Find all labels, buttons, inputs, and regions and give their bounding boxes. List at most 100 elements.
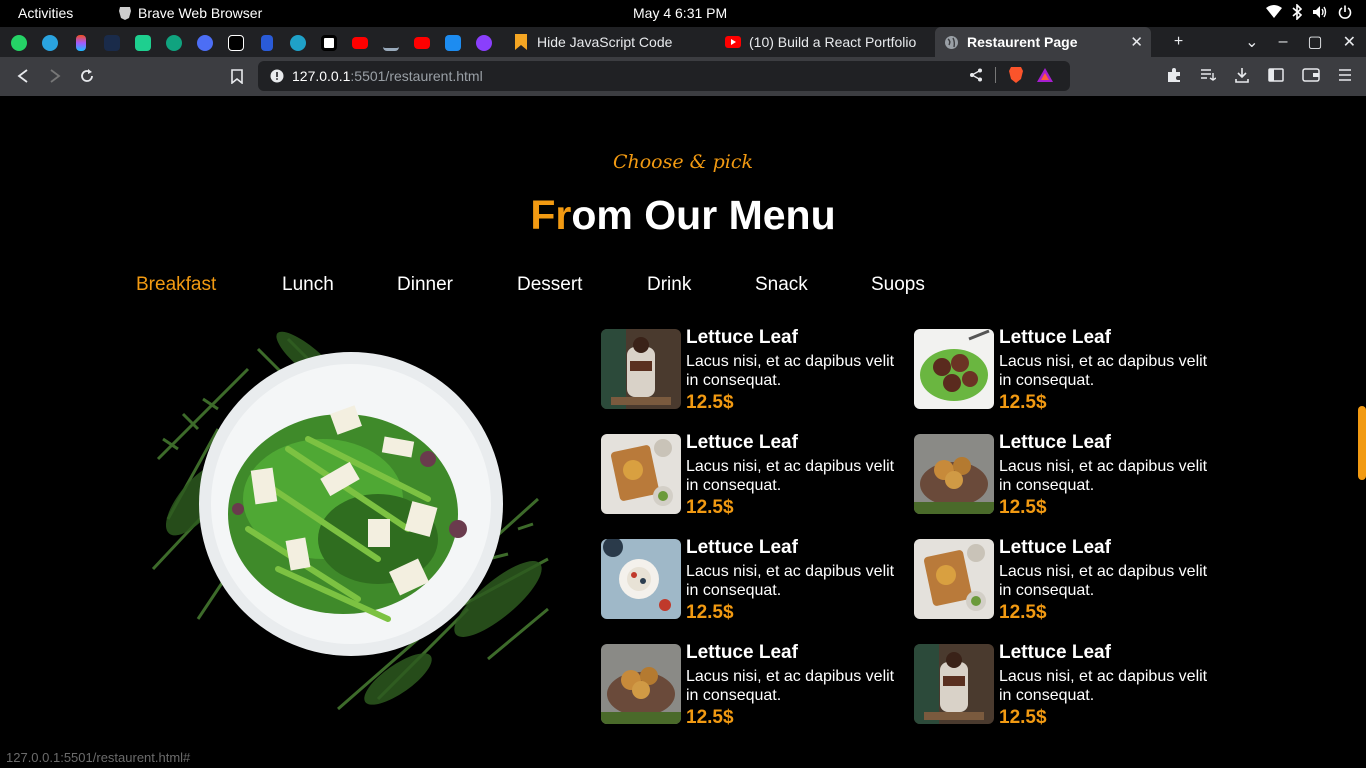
share-icon[interactable] (969, 68, 983, 82)
menu-item-description: Lacus nisi, et ac dapibus velit in conse… (686, 458, 895, 494)
brave-shields-icon[interactable] (1008, 66, 1024, 84)
brave-rewards-icon[interactable] (1036, 67, 1054, 83)
pinned-tab-docs[interactable] (256, 32, 277, 53)
menu-item[interactable]: Lettuce Leaf Lacus nisi, et ac dapibus v… (601, 432, 901, 518)
tab-title: Restaurent Page (967, 34, 1078, 50)
tab-build-react-portfolio[interactable]: (10) Build a React Portfolio (717, 27, 933, 57)
menu-item-price: 12.5$ (686, 602, 734, 623)
menu-item-image (601, 329, 681, 409)
tab-hide-javascript-code[interactable]: Hide JavaScript Code (505, 27, 715, 57)
activities-button[interactable]: Activities (18, 5, 73, 21)
pinned-tab-app[interactable] (318, 32, 339, 53)
menu-item-image (601, 539, 681, 619)
category-dinner[interactable]: Dinner (397, 274, 453, 296)
app-name: Brave Web Browser (138, 5, 263, 21)
menu-item[interactable]: Lettuce Leaf Lacus nisi, et ac dapibus v… (914, 537, 1214, 623)
telegram-icon (41, 34, 58, 51)
brave-lion-icon (119, 6, 131, 20)
reload-button[interactable] (78, 67, 96, 85)
heading-highlight: Fr (530, 192, 572, 238)
url-path: :5501/restaurent.html (350, 68, 483, 84)
menu-item-price: 12.5$ (686, 392, 734, 413)
wifi-icon (1266, 5, 1282, 18)
category-dessert[interactable]: Dessert (517, 274, 582, 296)
menu-item[interactable]: Lettuce Leaf Lacus nisi, et ac dapibus v… (601, 537, 901, 623)
tab-search-icon[interactable]: ⌄ (1245, 32, 1258, 52)
wallet-icon[interactable] (1302, 68, 1320, 82)
menu-item-description: Lacus nisi, et ac dapibus velit in conse… (999, 563, 1208, 599)
figma-icon (75, 34, 86, 51)
docs-icon (260, 34, 273, 51)
tab-title: Hide JavaScript Code (537, 34, 673, 50)
app-icon (320, 34, 337, 51)
power-icon (1338, 5, 1352, 19)
close-tab-icon[interactable]: ✕ (1130, 33, 1143, 51)
menu-item[interactable]: Lettuce Leaf Lacus nisi, et ac dapibus v… (914, 642, 1214, 728)
extensions-icon[interactable] (1166, 67, 1182, 83)
app-menu[interactable]: Brave Web Browser (118, 5, 262, 21)
url-host: 127.0.0.1 (292, 68, 351, 84)
browser-toolbar: 127.0.0.1:5501/restaurent.html (0, 57, 1366, 96)
bookmark-icon (231, 68, 243, 84)
menu-item-image (914, 539, 994, 619)
category-snack[interactable]: Snack (755, 274, 808, 296)
playlist-icon[interactable] (1200, 68, 1216, 82)
address-bar[interactable]: 127.0.0.1:5501/restaurent.html (258, 61, 1070, 91)
category-suops[interactable]: Suops (871, 274, 925, 296)
category-drink[interactable]: Drink (647, 274, 691, 296)
globe-icon (943, 34, 959, 50)
menu-item-price: 12.5$ (686, 497, 734, 518)
pinned-tab-figma[interactable] (70, 32, 91, 53)
download-icon[interactable] (1234, 67, 1250, 83)
section-heading: From Our Menu (0, 192, 1366, 239)
menu-item-name: Lettuce Leaf (686, 327, 798, 348)
pinned-tab-notion[interactable] (225, 32, 246, 53)
menu-item[interactable]: Lettuce Leaf Lacus nisi, et ac dapibus v… (914, 432, 1214, 518)
pinned-tab-chatgpt[interactable] (163, 32, 184, 53)
menu-item[interactable]: Lettuce Leaf Lacus nisi, et ac dapibus v… (914, 327, 1214, 413)
pinned-tab-app[interactable] (473, 32, 494, 53)
youtube-icon (725, 34, 741, 50)
salad-plate-image (151, 331, 549, 711)
whatsapp-icon (10, 34, 27, 51)
new-tab-button[interactable]: + (1174, 33, 1183, 51)
menu-item[interactable]: Lettuce Leaf Lacus nisi, et ac dapibus v… (601, 642, 901, 728)
pinned-tabs (8, 32, 494, 53)
category-breakfast[interactable]: Breakfast (136, 274, 216, 296)
close-window-icon[interactable]: ✕ (1343, 32, 1356, 52)
app-icon (444, 34, 461, 51)
sidebar-icon[interactable] (1268, 68, 1284, 82)
menu-item-image (601, 434, 681, 514)
pinned-tab-app[interactable] (194, 32, 215, 53)
pinned-tab-youtube[interactable] (411, 32, 432, 53)
pinned-tab-app[interactable] (287, 32, 308, 53)
pinned-tab-app[interactable] (380, 32, 401, 53)
app-icon (289, 34, 306, 51)
menu-icon[interactable] (1338, 68, 1352, 82)
minimize-icon[interactable]: – (1279, 33, 1288, 51)
window-controls: + ⌄ – ▢ ✕ (1174, 27, 1356, 57)
page-scrollbar-thumb[interactable] (1358, 406, 1366, 480)
menu-item[interactable]: Lettuce Leaf Lacus nisi, et ac dapibus v… (601, 327, 901, 413)
pinned-tab-whatsapp[interactable] (8, 32, 29, 53)
link-status-bar: 127.0.0.1:5501/restaurent.html# (0, 748, 197, 768)
pinned-tab-app[interactable] (442, 32, 463, 53)
bookmark-button[interactable] (228, 67, 246, 85)
back-button[interactable] (14, 67, 32, 85)
pinned-tab-app[interactable] (132, 32, 153, 53)
site-info-icon[interactable] (270, 69, 284, 88)
pinned-tab-youtube[interactable] (349, 32, 370, 53)
clock[interactable]: May 4 6:31 PM (633, 5, 727, 21)
reload-icon (81, 69, 93, 82)
tab-restaurent-page[interactable]: Restaurent Page ✕ (935, 27, 1151, 57)
category-lunch[interactable]: Lunch (282, 274, 334, 296)
pinned-tab-telegram[interactable] (39, 32, 60, 53)
menu-item-price: 12.5$ (686, 707, 734, 728)
menu-item-name: Lettuce Leaf (686, 642, 798, 663)
forward-button[interactable] (46, 67, 64, 85)
menu-item-description: Lacus nisi, et ac dapibus velit in conse… (999, 458, 1208, 494)
restaurant-page: Choose & pick From Our Menu Breakfast Lu… (0, 96, 1366, 768)
maximize-icon[interactable]: ▢ (1307, 32, 1322, 52)
pinned-tab-app[interactable] (101, 32, 122, 53)
system-tray[interactable] (1266, 4, 1352, 20)
